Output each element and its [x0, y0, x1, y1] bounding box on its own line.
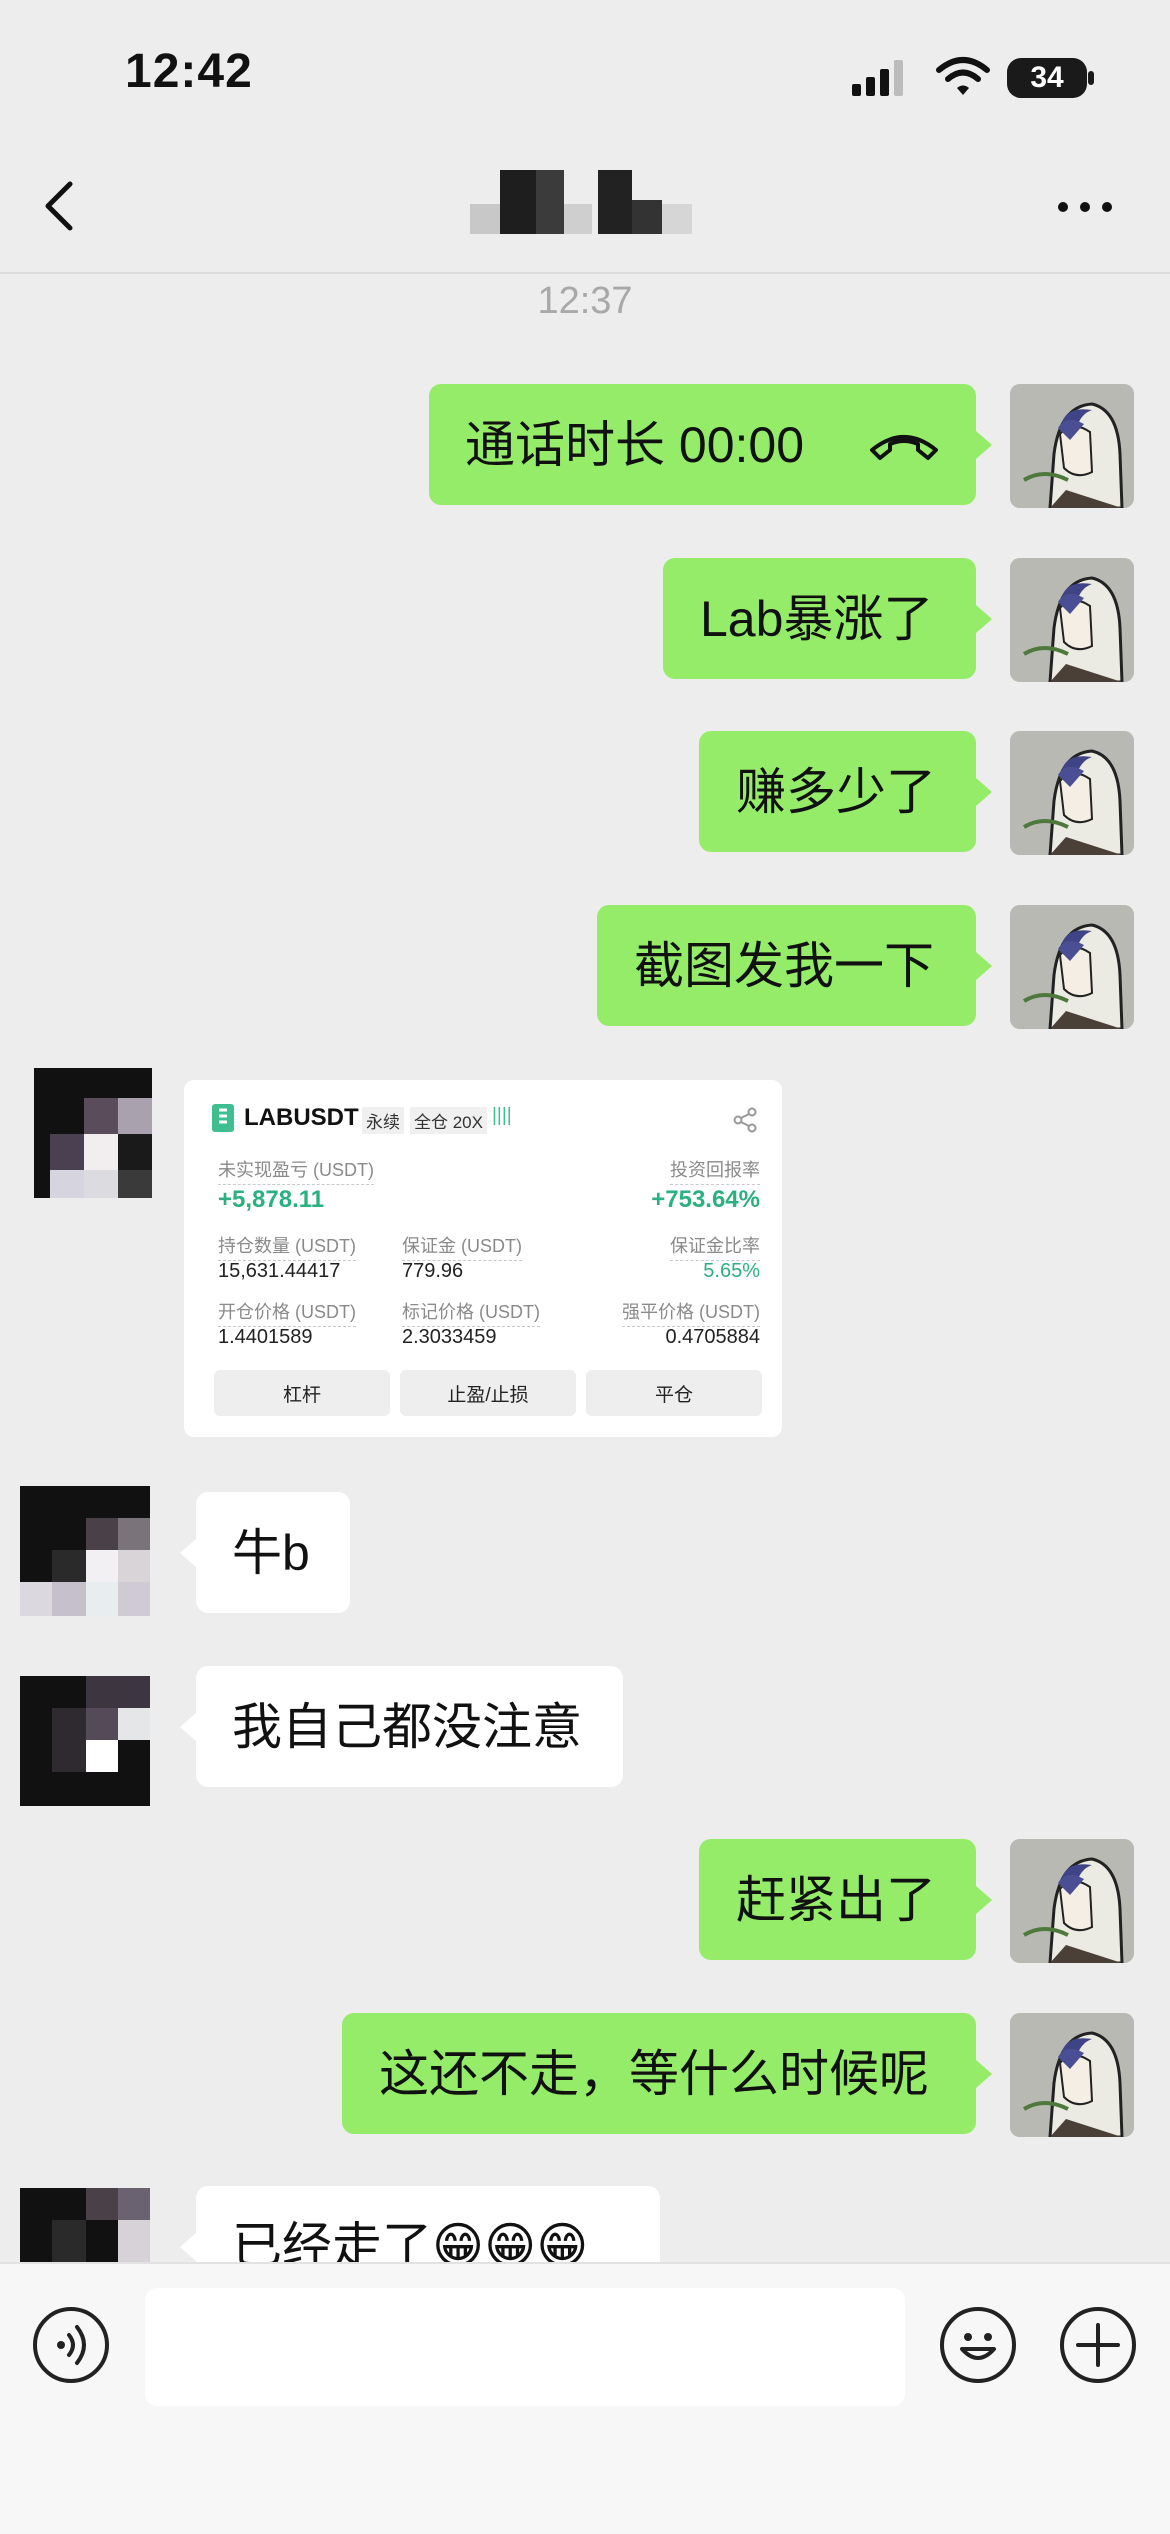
chat-title-pixelated: [470, 170, 695, 240]
message-text: 赶紧出了: [736, 1871, 936, 1928]
anime-avatar-icon: [1010, 558, 1134, 682]
message-bubble-incoming[interactable]: 牛b: [180, 1492, 350, 1613]
my-avatar[interactable]: [1010, 731, 1134, 855]
symbol-name: LABUSDT: [244, 1104, 359, 1131]
message-text: 我自己都没注意: [232, 1698, 582, 1755]
message-bubble-incoming[interactable]: 我自己都没注意: [180, 1666, 623, 1787]
anime-avatar-icon: [1010, 905, 1134, 1029]
message-text: 牛b: [232, 1524, 310, 1581]
my-avatar[interactable]: [1010, 558, 1134, 682]
message-bubble-outgoing[interactable]: 赚多少了: [699, 731, 992, 852]
roi-label: 投资回报率: [670, 1156, 760, 1185]
message-bubble-outgoing[interactable]: Lab暴涨了: [663, 558, 992, 679]
close-position-button[interactable]: 平仓: [586, 1370, 762, 1416]
position-size-label: 持仓数量 (USDT): [218, 1232, 356, 1261]
anime-avatar-icon: [1010, 731, 1134, 855]
emoji-button[interactable]: [940, 2307, 1016, 2383]
my-avatar[interactable]: [1010, 905, 1134, 1029]
wifi-icon: [936, 57, 990, 95]
battery-cap: [1088, 71, 1094, 85]
unrealized-pnl-value: +5,878.11: [218, 1186, 325, 1213]
contact-avatar-pixelated[interactable]: [20, 1676, 150, 1806]
shared-trade-screenshot[interactable]: LABUSDT 永续 全仓 20X |||| 未实现盈亏 (USDT) +5,8…: [184, 1080, 782, 1437]
my-avatar[interactable]: [1010, 384, 1134, 508]
cellular-signal-icon: [852, 60, 903, 96]
call-record-bubble[interactable]: 通话时长 00:00: [429, 384, 992, 505]
contact-avatar-pixelated[interactable]: [34, 1068, 164, 1198]
margin-mode-tag: 全仓 20X: [410, 1107, 487, 1134]
status-time: 12:42: [125, 45, 253, 98]
my-avatar[interactable]: [1010, 2013, 1134, 2137]
my-avatar[interactable]: [1010, 1839, 1134, 1963]
back-arrow-icon[interactable]: [40, 178, 80, 234]
tp-sl-button[interactable]: 止盈/止损: [400, 1370, 576, 1416]
anime-avatar-icon: [1010, 384, 1134, 508]
entry-price-value: 1.4401589: [218, 1326, 313, 1348]
margin-label: 保证金 (USDT): [402, 1232, 522, 1261]
message-text: 赚多少了: [736, 763, 936, 820]
anime-avatar-icon: [1010, 2013, 1134, 2137]
contact-avatar-pixelated[interactable]: [20, 1486, 150, 1616]
unrealized-pnl-label: 未实现盈亏 (USDT): [218, 1156, 374, 1185]
entry-price-label: 开仓价格 (USDT): [218, 1298, 356, 1327]
share-icon[interactable]: [732, 1107, 758, 1133]
voice-icon: [57, 2325, 86, 2365]
phone-hangup-icon: [870, 435, 938, 460]
signal-bars: ||||: [492, 1105, 512, 1126]
plus-icon: [1076, 2323, 1120, 2367]
message-text: Lab暴涨了: [700, 590, 934, 647]
position-size-value: 15,631.44417: [218, 1260, 341, 1282]
call-duration-text: 通话时长 00:00: [465, 416, 805, 473]
message-bubble-outgoing[interactable]: 截图发我一下: [597, 905, 992, 1026]
liquidation-price-label: 强平价格 (USDT): [622, 1298, 760, 1327]
anime-avatar-icon: [1010, 1839, 1134, 1963]
leverage-button[interactable]: 杠杆: [214, 1370, 390, 1416]
battery-indicator: 34: [1007, 58, 1087, 98]
message-bubble-outgoing[interactable]: 这还不走，等什么时候呢: [342, 2013, 992, 2134]
voice-input-button[interactable]: [33, 2307, 109, 2383]
perpetual-tag: 永续: [362, 1107, 404, 1134]
mark-price-label: 标记价格 (USDT): [402, 1298, 540, 1327]
margin-value: 779.96: [402, 1260, 464, 1282]
message-text: 截图发我一下: [634, 937, 934, 994]
exchange-logo-icon: [212, 1104, 234, 1132]
mark-price-value: 2.3033459: [402, 1326, 497, 1348]
message-timestamp: 12:37: [537, 280, 633, 322]
roi-value: +753.64%: [651, 1186, 760, 1213]
margin-ratio-value: 5.65%: [703, 1260, 760, 1282]
message-text: 这还不走，等什么时候呢: [379, 2045, 929, 2102]
margin-ratio-label: 保证金比率: [670, 1232, 760, 1261]
more-functions-button[interactable]: [1060, 2307, 1136, 2383]
more-options-icon[interactable]: [1055, 195, 1115, 219]
contact-avatar-pixelated[interactable]: [20, 2188, 150, 2262]
message-bubble-outgoing[interactable]: 赶紧出了: [699, 1839, 992, 1960]
liquidation-price-value: 0.4705884: [665, 1326, 760, 1348]
smiley-icon: [960, 2333, 996, 2360]
message-input[interactable]: [145, 2288, 905, 2406]
